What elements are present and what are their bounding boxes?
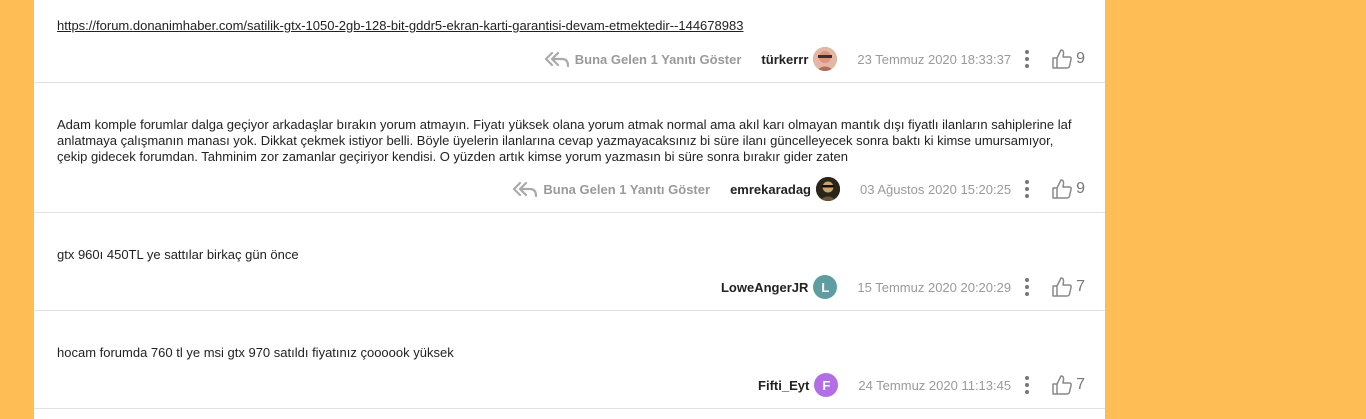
thumbs-up-icon (1052, 49, 1072, 69)
author-name[interactable]: emrekaradag (730, 182, 811, 197)
like-button[interactable]: 7 (1051, 276, 1085, 298)
author-name[interactable]: LoweAngerJR (721, 280, 808, 295)
like-count: 7 (1076, 376, 1085, 393)
reply-all-icon (544, 51, 569, 67)
comment-link[interactable]: https://forum.donanimhaber.com/satilik-g… (57, 18, 743, 33)
show-replies-label: Buna Gelen 1 Yanıtı Göster (543, 181, 711, 197)
like-count: 9 (1076, 180, 1085, 197)
like-button[interactable]: 9 (1051, 48, 1085, 70)
avatar[interactable] (813, 47, 838, 71)
avatar[interactable]: F (814, 373, 839, 397)
more-vertical-icon[interactable] (1025, 376, 1030, 394)
comment-meta: Buna Gelen 1 Yanıtı Göster türkerrr 23 T… (544, 45, 1105, 73)
like-button[interactable]: 9 (1051, 178, 1085, 200)
thumbs-up-icon (1052, 375, 1072, 395)
author-name[interactable]: türkerrr (761, 52, 808, 67)
avatar[interactable]: L (813, 275, 838, 299)
reply-all-icon (513, 181, 538, 197)
post-date: 15 Temmuz 2020 20:20:29 (857, 279, 1012, 295)
avatar[interactable] (816, 177, 841, 201)
avatar-letter: L (821, 279, 830, 295)
show-replies-label: Buna Gelen 1 Yanıtı Göster (574, 51, 742, 67)
more-vertical-icon[interactable] (1025, 180, 1030, 198)
show-replies-button[interactable]: Buna Gelen 1 Yanıtı Göster (544, 51, 742, 67)
comment-meta: Buna Gelen 1 Yanıtı Göster emrekaradag 0… (513, 175, 1105, 203)
like-count: 7 (1076, 278, 1085, 295)
author-name[interactable]: Fifti_Eyt (758, 378, 809, 393)
like-count: 9 (1076, 50, 1085, 67)
comment-item: gtx 960ı 450TL ye sattılar birkaç gün ön… (34, 212, 1105, 311)
like-button[interactable]: 7 (1051, 374, 1085, 396)
avatar-photo (813, 47, 838, 71)
more-vertical-icon[interactable] (1025, 278, 1030, 296)
thumbs-up-icon (1052, 277, 1072, 297)
post-date: 23 Temmuz 2020 18:33:37 (857, 51, 1012, 67)
comment-body: hocam forumda 760 tl ye msi gtx 970 satı… (57, 345, 454, 360)
comment-body: gtx 960ı 450TL ye sattılar birkaç gün ön… (57, 247, 299, 262)
comment-item: hocam forumda 760 tl ye msi gtx 970 satı… (34, 310, 1105, 409)
avatar-photo (816, 177, 841, 201)
avatar-letter: F (822, 377, 831, 393)
comment-body: https://forum.donanimhaber.com/satilik-g… (57, 18, 1083, 34)
comment-item: https://forum.donanimhaber.com/satilik-g… (34, 0, 1105, 83)
comment-meta: LoweAngerJR L 15 Temmuz 2020 20:20:29 7 (721, 273, 1105, 301)
show-replies-button[interactable]: Buna Gelen 1 Yanıtı Göster (513, 181, 710, 197)
post-date: 24 Temmuz 2020 11:13:45 (858, 377, 1012, 393)
comment-meta: Fifti_Eyt F 24 Temmuz 2020 11:13:45 7 (758, 371, 1105, 399)
post-date: 03 Ağustos 2020 15:20:25 (860, 181, 1012, 197)
comments-panel: https://forum.donanimhaber.com/satilik-g… (34, 0, 1105, 419)
page-scrollbar[interactable] (1348, 0, 1366, 419)
comment-body: Adam komple forumlar dalga geçiyor arkad… (57, 117, 1072, 164)
comment-item: Adam komple forumlar dalga geçiyor arkad… (34, 82, 1105, 213)
more-vertical-icon[interactable] (1025, 50, 1030, 68)
thumbs-up-icon (1052, 179, 1072, 199)
